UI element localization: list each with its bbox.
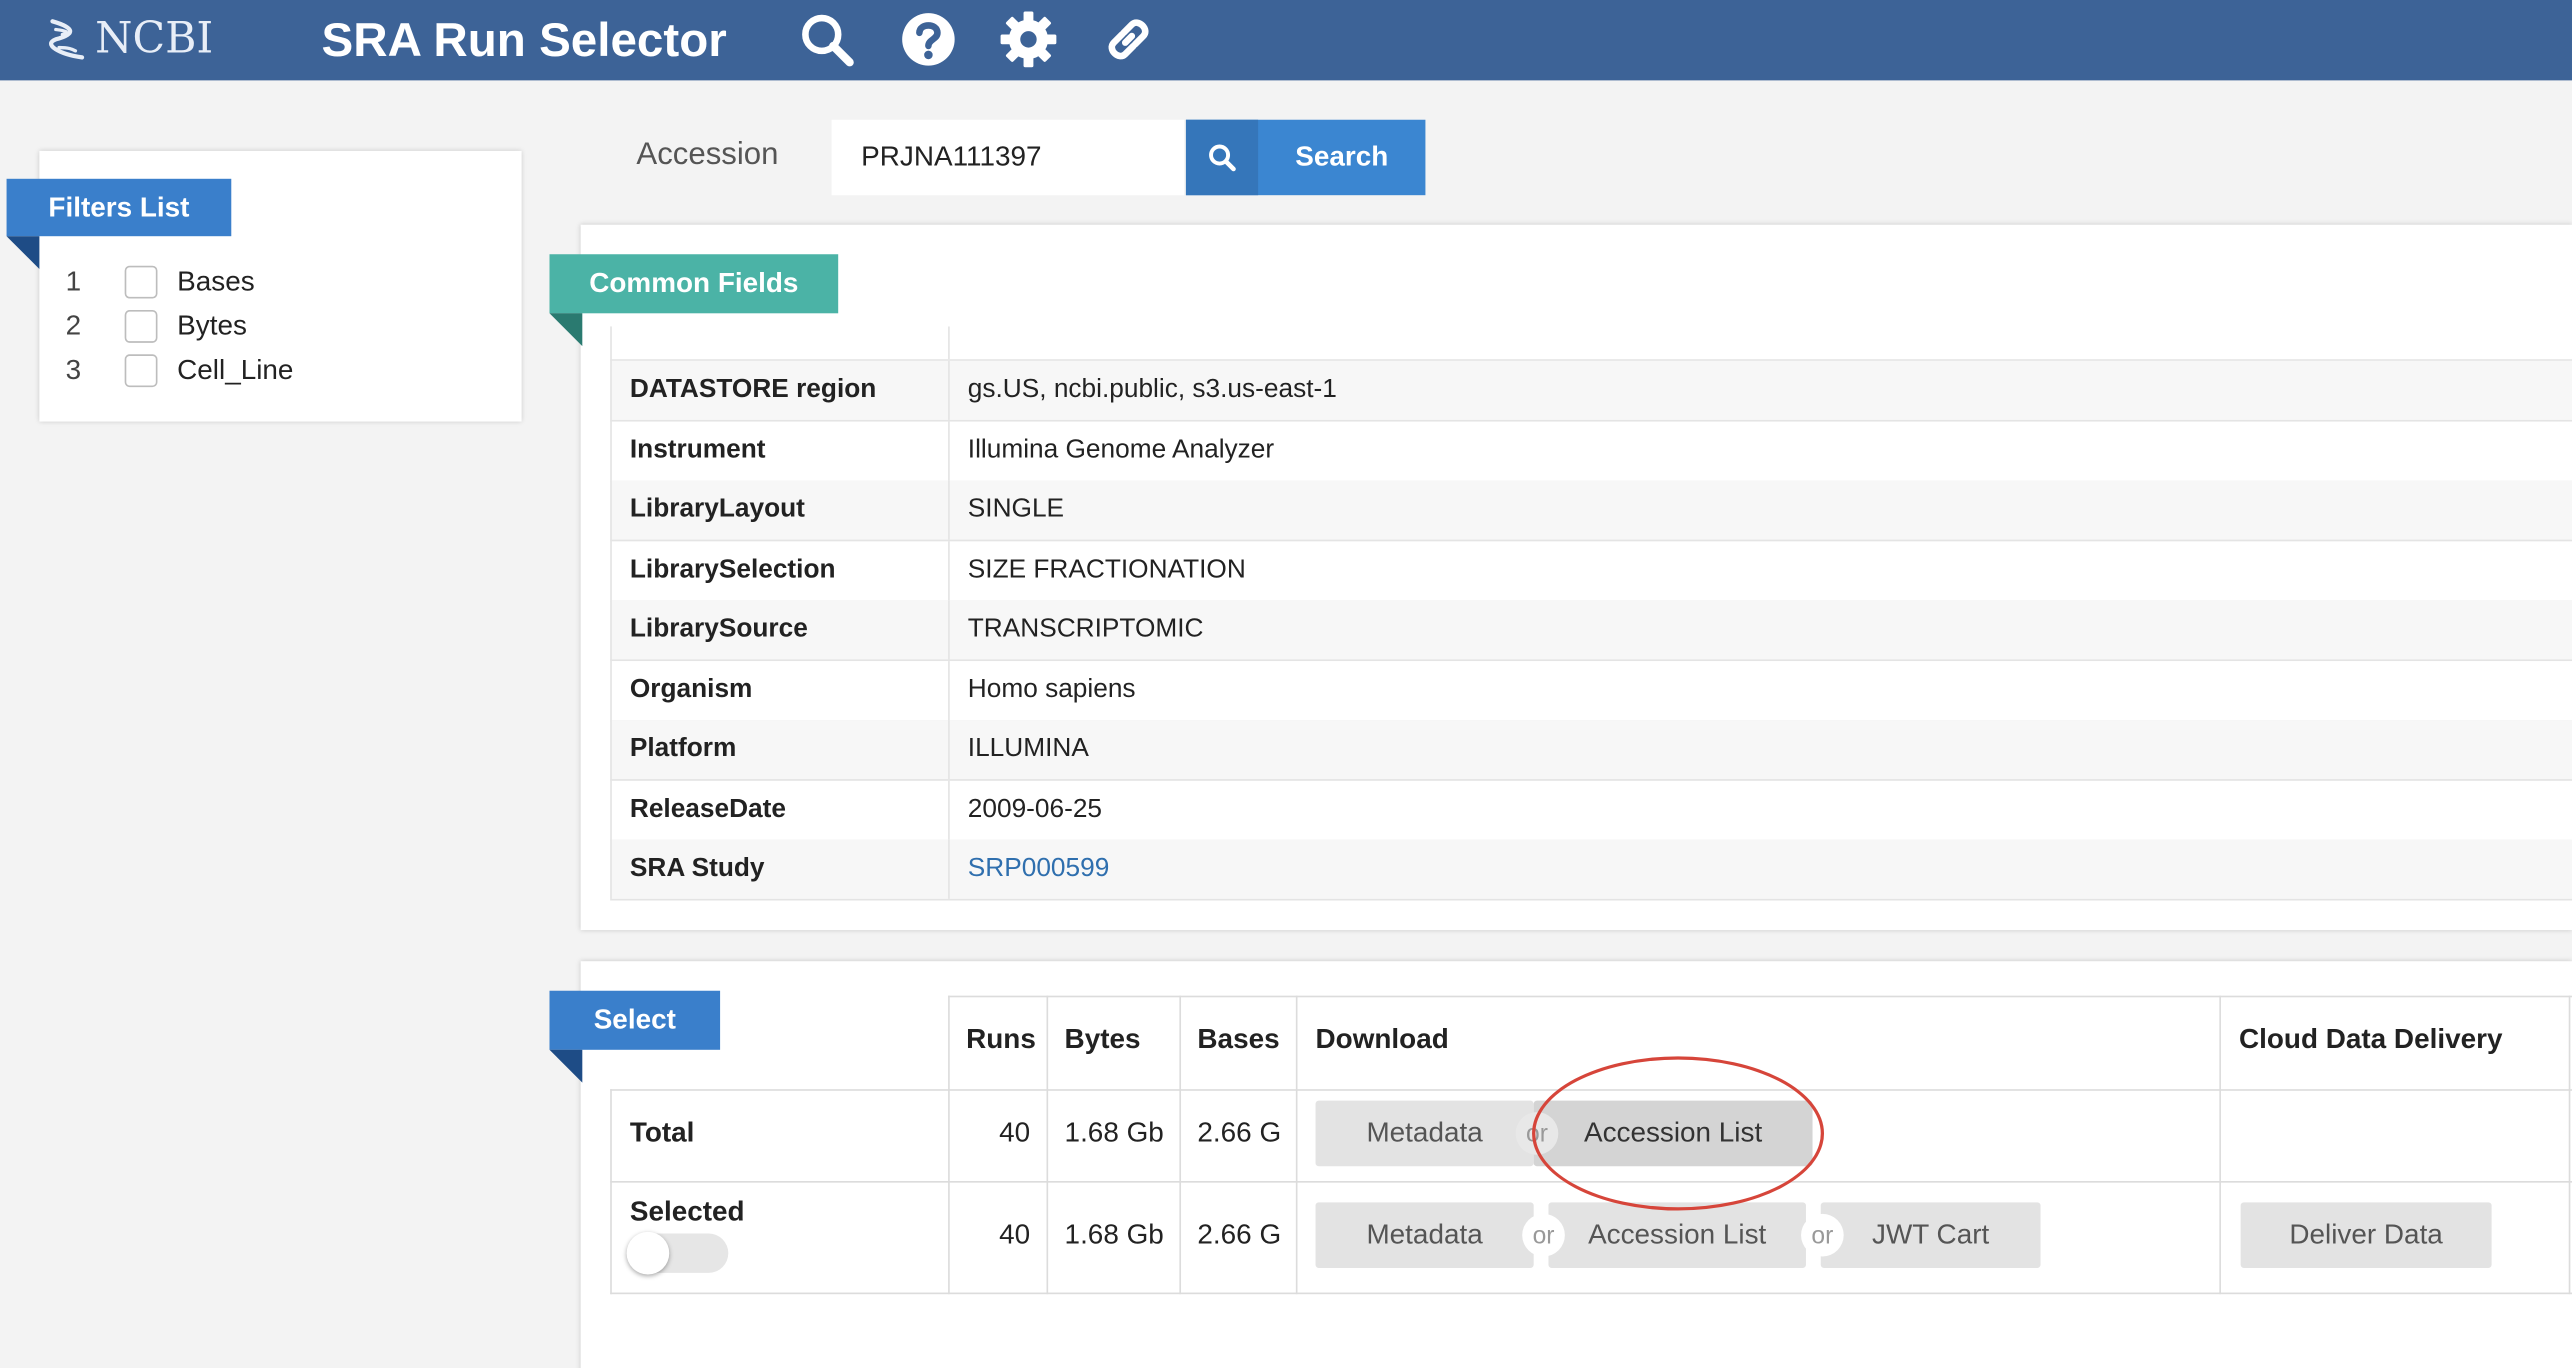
accession-label: Accession <box>636 137 779 173</box>
selected-runs: 40 <box>999 1218 1031 1250</box>
field-value: ILLUMINA <box>967 734 1089 763</box>
grid-line <box>610 1181 2572 1183</box>
link-icon[interactable] <box>1096 7 1162 73</box>
help-icon[interactable] <box>896 7 962 73</box>
total-bytes: 1.68 Gb <box>1064 1117 1164 1149</box>
grid-line <box>2568 995 2571 1295</box>
common-field-row: Organism Homo sapiens <box>610 661 2572 722</box>
common-field-row: LibraryLayout SINGLE <box>610 480 2572 542</box>
common-field-row: SRA Study SRP000599 <box>610 839 2572 901</box>
ncbi-logo[interactable]: NCBI <box>46 10 213 69</box>
field-name: LibrarySource <box>610 600 950 660</box>
sra-study-link[interactable]: SRP000599 <box>968 855 1110 883</box>
sra-run-selector-page: NCBI SRA Run Selector Filters List 1 Bas… <box>0 0 2572 1368</box>
grid-line <box>610 1089 612 1295</box>
total-runs: 40 <box>999 1117 1031 1149</box>
grid-line <box>610 1089 2572 1091</box>
field-value: TRANSCRIPTOMIC <box>967 615 1204 643</box>
filter-checkbox[interactable] <box>124 265 158 299</box>
common-field-row: Instrument Illumina Genome Analyzer <box>610 421 2572 483</box>
field-name: LibraryLayout <box>610 480 950 540</box>
field-value: 2009-06-25 <box>967 795 1103 824</box>
or-separator: or <box>1522 1213 1565 1257</box>
common-field-row: Platform ILLUMINA <box>610 720 2572 781</box>
search-icon <box>1185 119 1259 196</box>
grid-line <box>610 1292 2572 1295</box>
common-field-row: DATASTORE region gs.US, ncbi.public, s3.… <box>610 360 2572 422</box>
field-value: SINGLE <box>967 495 1065 524</box>
common-fields-ribbon: Common Fields <box>549 254 839 314</box>
ribbon-fold <box>549 1049 583 1083</box>
selected-bases: 2.66 G <box>1197 1218 1282 1250</box>
filter-item-label: Bases <box>177 265 255 297</box>
header-bytes: Bytes <box>1064 1023 1141 1055</box>
filters-list-ribbon: Filters List <box>6 178 232 237</box>
filter-item-number: 2 <box>65 310 82 342</box>
grid-line <box>2219 995 2221 1295</box>
grid-line <box>1295 995 1298 1295</box>
search-icon[interactable] <box>794 7 860 73</box>
field-name: Organism <box>610 661 950 721</box>
filter-item-number: 1 <box>65 265 82 297</box>
header-cloud-data-delivery: Cloud Data Delivery <box>2239 1023 2503 1055</box>
filter-item-label: Cell_Line <box>177 354 294 386</box>
search-button[interactable]: Search <box>1185 119 1426 196</box>
field-name: DATASTORE region <box>610 360 950 420</box>
field-value: Illumina Genome Analyzer <box>967 436 1275 465</box>
search-button-label: Search <box>1295 141 1389 173</box>
filter-item-bytes[interactable]: 2 Bytes <box>66 307 247 346</box>
field-value: Homo sapiens <box>967 675 1136 704</box>
field-name: Platform <box>610 720 950 780</box>
top-navigation-bar: NCBI SRA Run Selector <box>0 0 2572 81</box>
selected-label: Selected <box>629 1195 745 1227</box>
total-bases: 2.66 G <box>1197 1117 1282 1149</box>
total-accession-list-button[interactable]: Accession List <box>1533 1100 1813 1167</box>
or-separator: or <box>1515 1112 1559 1155</box>
common-field-row: LibrarySource TRANSCRIPTOMIC <box>610 600 2572 662</box>
common-field-row: LibrarySelection SIZE FRACTIONATION <box>610 541 2572 602</box>
app-title: SRA Run Selector <box>321 14 727 68</box>
filter-item-label: Bytes <box>177 310 247 342</box>
dna-helix-icon <box>48 19 85 60</box>
filter-item-bases[interactable]: 1 Bases <box>66 262 255 301</box>
select-all-toggle[interactable] <box>626 1231 729 1275</box>
gear-icon[interactable] <box>996 7 1062 73</box>
grid-line <box>1046 995 1049 1295</box>
field-value: gs.US, ncbi.public, s3.us-east-1 <box>967 375 1337 404</box>
header-runs: Runs <box>966 1023 1036 1055</box>
header-download: Download <box>1315 1023 1449 1055</box>
ribbon-fold <box>6 236 40 270</box>
accession-input[interactable] <box>831 119 1185 196</box>
filter-checkbox[interactable] <box>124 354 158 388</box>
filter-item-cell-line[interactable]: 3 Cell_Line <box>65 351 294 390</box>
ncbi-logo-text: NCBI <box>95 14 214 64</box>
scrolled-row-remnant <box>610 326 2572 361</box>
common-field-row: ReleaseDate 2009-06-25 <box>610 780 2572 842</box>
toggle-knob <box>626 1231 670 1275</box>
field-name: SRA Study <box>610 839 950 899</box>
field-value: SIZE FRACTIONATION <box>967 556 1246 584</box>
deliver-data-button[interactable]: Deliver Data <box>2240 1202 2492 1268</box>
filter-checkbox[interactable] <box>124 310 158 343</box>
field-name: LibrarySelection <box>610 541 950 601</box>
field-name: ReleaseDate <box>610 780 950 840</box>
total-label: Total <box>629 1117 695 1149</box>
filter-item-number: 3 <box>65 354 82 386</box>
header-bases: Bases <box>1197 1023 1280 1055</box>
ribbon-fold <box>549 313 583 347</box>
grid-line <box>948 995 2572 998</box>
jwt-cart-button[interactable]: JWT Cart <box>1820 1202 2041 1268</box>
selected-accession-list-button[interactable]: Accession List <box>1548 1202 1806 1268</box>
total-metadata-button[interactable]: Metadata <box>1315 1100 1534 1167</box>
field-value: SRP000599 <box>950 855 1110 885</box>
selected-metadata-button[interactable]: Metadata <box>1315 1202 1534 1268</box>
select-ribbon: Select <box>549 990 721 1050</box>
table-border <box>610 326 612 899</box>
or-separator: or <box>1801 1213 1844 1257</box>
grid-line <box>1179 995 1182 1295</box>
selected-bytes: 1.68 Gb <box>1064 1218 1164 1250</box>
field-name: Instrument <box>610 421 950 481</box>
